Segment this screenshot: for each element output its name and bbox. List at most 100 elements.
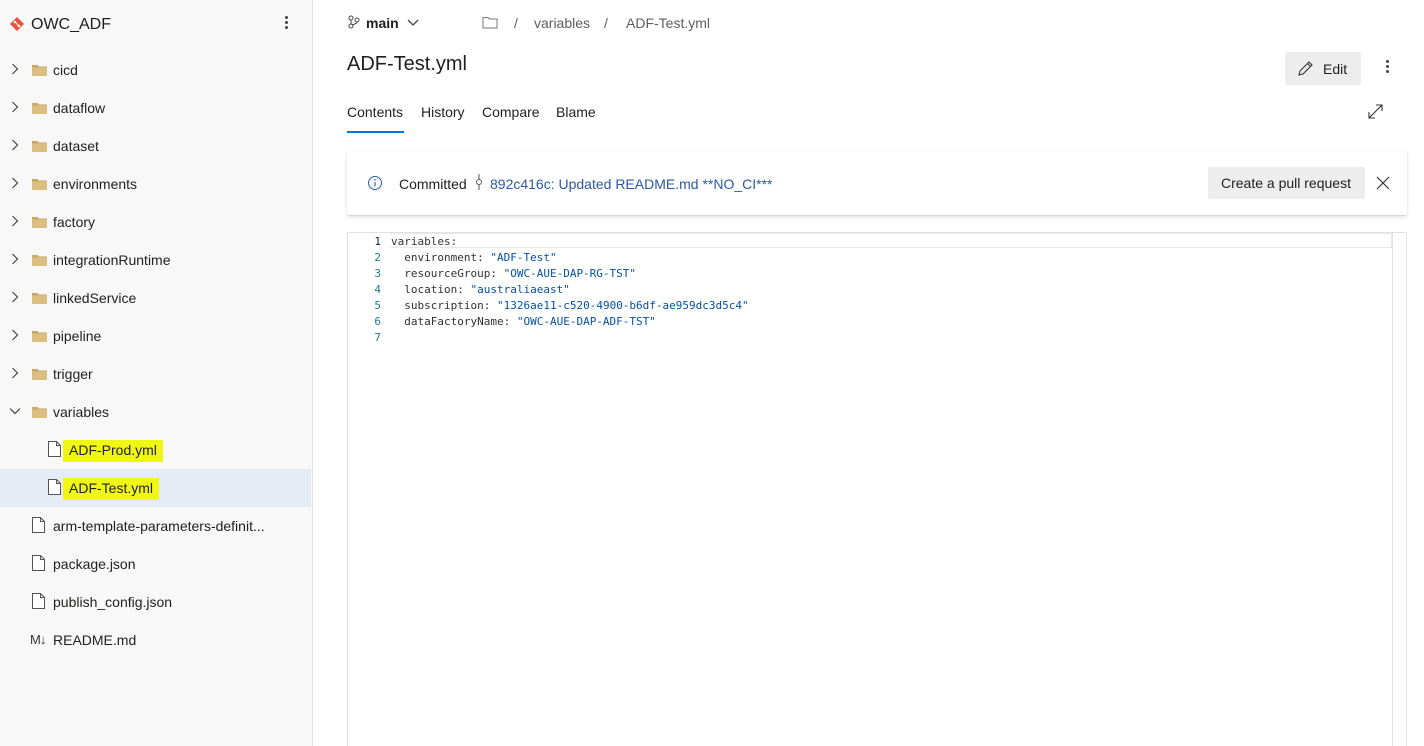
filename-text: factory xyxy=(53,214,96,230)
top-bar: main / variables / ADF-Test.yml xyxy=(314,0,1424,46)
tree-item-label: cicd xyxy=(53,62,78,78)
tree-file-item[interactable]: package.json xyxy=(0,545,311,583)
yaml-key: environment xyxy=(404,251,478,264)
pencil-icon xyxy=(1298,61,1313,76)
filename-text: trigger xyxy=(53,366,93,382)
tree-file-item[interactable]: M↓ README.md xyxy=(0,621,311,659)
tree-folder-variables[interactable]: variables xyxy=(0,393,311,431)
markdown-icon: M↓ xyxy=(30,632,46,647)
repo-more-options-icon[interactable] xyxy=(280,14,292,34)
tree-item-label: arm-template-parameters-definit... xyxy=(53,518,265,534)
code-editor[interactable]: 1 variables: 2 environment: "ADF-Test" 3 re… xyxy=(347,232,1407,746)
breadcrumb-item-variables[interactable]: variables xyxy=(534,15,590,31)
filename-text: variables xyxy=(53,404,110,420)
branch-icon xyxy=(348,15,360,29)
chevron-right-icon[interactable] xyxy=(9,329,21,341)
file-icon xyxy=(32,555,45,571)
folder-icon xyxy=(32,407,47,418)
tab-compare[interactable]: Compare xyxy=(482,104,540,120)
editor-scrollbar[interactable] xyxy=(1392,233,1406,746)
line-number: 6 xyxy=(374,315,381,328)
yaml-key: dataFactoryName xyxy=(404,315,504,328)
line-number: 2 xyxy=(374,251,381,264)
chevron-right-icon[interactable] xyxy=(9,367,21,379)
yaml-value: "OWC-AUE-DAP-ADF-TST" xyxy=(510,315,656,328)
file-explorer-sidebar: OWC_ADF cicd dataflow dataset environments f… xyxy=(0,0,313,746)
code-line: 6 dataFactoryName: "OWC-AUE-DAP-ADF-TST" xyxy=(348,315,1388,331)
tree-folder-pipeline[interactable]: pipeline xyxy=(0,317,311,355)
tree-folder-environments[interactable]: environments xyxy=(0,165,311,203)
commit-banner: Committed 892c416c: Updated README.md **… xyxy=(347,151,1407,215)
active-tab-indicator xyxy=(347,131,404,133)
breadcrumb-separator: / xyxy=(604,15,608,31)
folder-icon xyxy=(32,293,47,304)
chevron-right-icon[interactable] xyxy=(9,253,21,265)
tab-contents[interactable]: Contents xyxy=(347,104,403,120)
chevron-down-icon[interactable] xyxy=(407,18,419,28)
create-pull-request-button[interactable]: Create a pull request xyxy=(1208,167,1365,199)
line-number: 3 xyxy=(374,267,381,280)
folder-icon xyxy=(32,103,47,114)
filename-text: dataset xyxy=(53,138,99,154)
chevron-right-icon[interactable] xyxy=(9,63,21,75)
commit-link[interactable]: 892c416c: Updated README.md **NO_CI*** xyxy=(490,176,772,192)
chevron-right-icon[interactable] xyxy=(9,291,21,303)
tree-item-label: trigger xyxy=(53,366,93,382)
chevron-down-icon[interactable] xyxy=(9,405,21,417)
chevron-right-icon[interactable] xyxy=(9,139,21,151)
line-number: 4 xyxy=(374,283,381,296)
expand-icon[interactable] xyxy=(1367,103,1384,120)
yaml-key: subscription xyxy=(404,299,484,312)
tree-file-item[interactable]: publish_config.json xyxy=(0,583,311,621)
git-repo-icon xyxy=(10,17,24,31)
folder-icon xyxy=(32,331,47,342)
tree-file-item[interactable]: ADF-Prod.yml xyxy=(0,431,311,469)
yaml-value: "1326ae11-c520-4900-b6df-ae959dc3d5c4" xyxy=(490,299,749,312)
create-pull-request-label: Create a pull request xyxy=(1221,175,1351,191)
tree-folder-factory[interactable]: factory xyxy=(0,203,311,241)
committed-label: Committed xyxy=(399,176,467,192)
code-text: variables: xyxy=(391,235,458,248)
folder-icon xyxy=(32,179,47,190)
breadcrumb-item-file[interactable]: ADF-Test.yml xyxy=(626,15,710,31)
tree-folder-cicd[interactable]: cicd xyxy=(0,51,311,89)
chevron-right-icon[interactable] xyxy=(9,101,21,113)
file-icon xyxy=(32,517,45,533)
chevron-right-icon[interactable] xyxy=(9,215,21,227)
tree-file-item[interactable]: ADF-Test.yml xyxy=(0,469,311,507)
filename-text: environments xyxy=(53,176,138,192)
file-icon xyxy=(48,479,61,495)
yaml-value: "ADF-Test" xyxy=(483,251,557,264)
commit-icon xyxy=(476,174,482,190)
tab-history[interactable]: History xyxy=(421,104,465,120)
tree-folder-dataflow[interactable]: dataflow xyxy=(0,89,311,127)
tree-file-item[interactable]: arm-template-parameters-definit... xyxy=(0,507,311,545)
more-options-icon[interactable] xyxy=(1380,58,1394,80)
code-line: 7 xyxy=(348,331,1388,347)
filename-text: linkedService xyxy=(53,290,137,306)
branch-selector[interactable]: main xyxy=(366,15,399,31)
code-text: environment: "ADF-Test" xyxy=(404,251,557,264)
folder-icon xyxy=(32,255,47,266)
edit-button-label: Edit xyxy=(1323,61,1348,77)
tree-item-label: pipeline xyxy=(53,328,101,344)
close-icon[interactable] xyxy=(1376,176,1390,190)
tree-item-label: publish_config.json xyxy=(53,594,172,610)
tree-folder-dataset[interactable]: dataset xyxy=(0,127,311,165)
filename-text: publish_config.json xyxy=(53,594,173,610)
tree-folder-linkedService[interactable]: linkedService xyxy=(0,279,311,317)
repo-name: OWC_ADF xyxy=(31,16,111,33)
breadcrumb-folder-icon[interactable] xyxy=(482,16,498,29)
tree-folder-integrationRuntime[interactable]: integrationRuntime xyxy=(0,241,311,279)
filename-text: dataflow xyxy=(53,100,106,116)
code-text: resourceGroup: "OWC-AUE-DAP-RG-TST" xyxy=(404,267,637,280)
repo-header[interactable]: OWC_ADF xyxy=(0,0,313,50)
tree-item-label: linkedService xyxy=(53,290,136,306)
yaml-value: "australiaeast" xyxy=(463,283,570,296)
tab-blame[interactable]: Blame xyxy=(556,104,596,120)
tree-folder-trigger[interactable]: trigger xyxy=(0,355,311,393)
edit-button[interactable]: Edit xyxy=(1285,52,1361,85)
yaml-key: location xyxy=(404,283,458,296)
file-icon xyxy=(32,593,45,609)
chevron-right-icon[interactable] xyxy=(9,177,21,189)
